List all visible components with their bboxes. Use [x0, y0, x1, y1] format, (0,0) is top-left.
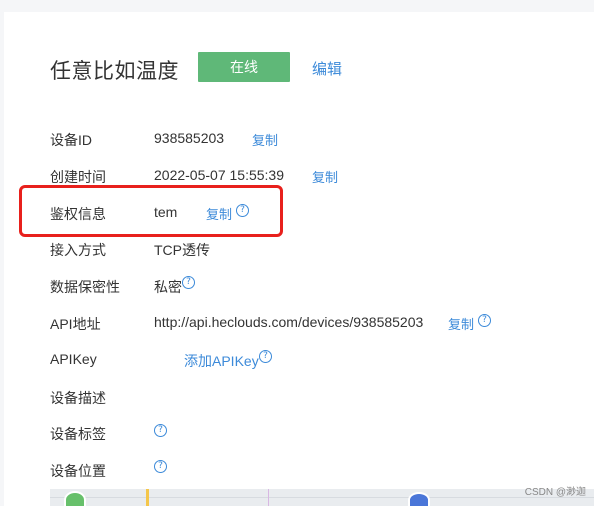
row-device-tags: 设备标签 ?: [0, 424, 590, 448]
device-id-label: 设备ID: [50, 132, 92, 148]
api-address-value: http://api.heclouds.com/devices/93858520…: [154, 314, 424, 330]
device-tags-help-icon[interactable]: ?: [154, 424, 167, 437]
row-device-id: 设备ID 938585203 复制: [0, 130, 590, 154]
created-time-label: 创建时间: [50, 169, 106, 185]
access-method-label: 接入方式: [50, 242, 106, 258]
device-desc-label: 设备描述: [50, 390, 106, 406]
watermark: CSDN @渺迦: [524, 487, 586, 498]
copy-created-time-link[interactable]: 复制: [312, 167, 338, 186]
location-map[interactable]: [50, 489, 594, 506]
device-tags-label: 设备标签: [50, 426, 106, 442]
add-api-key-link[interactable]: 添加APIKey: [184, 351, 259, 371]
row-api-key: APIKey 添加APIKey ?: [0, 350, 590, 375]
device-location-label: 设备位置: [50, 463, 106, 479]
red-highlight-box: [19, 185, 283, 237]
api-key-label: APIKey: [50, 351, 97, 367]
created-time-value: 2022-05-07 15:55:39: [154, 167, 284, 183]
api-address-label: API地址: [50, 316, 101, 332]
device-id-value: 938585203: [154, 130, 225, 146]
row-device-desc: 设备描述: [0, 388, 590, 412]
status-badge: 在线: [198, 52, 290, 82]
edit-link[interactable]: 编辑: [312, 58, 342, 79]
device-location-help-icon[interactable]: ?: [154, 460, 167, 473]
map-road: [268, 489, 269, 506]
access-method-value: TCP透传: [154, 242, 210, 258]
data-privacy-label: 数据保密性: [50, 279, 120, 295]
row-api-address: API地址 http://api.heclouds.com/devices/93…: [0, 314, 590, 338]
row-device-location: 设备位置 ?: [0, 460, 590, 485]
map-marker-icon: [408, 492, 430, 506]
copy-api-address-link[interactable]: 复制: [448, 314, 474, 333]
map-road: [50, 497, 594, 498]
api-key-help-icon[interactable]: ?: [259, 350, 272, 363]
data-privacy-value: 私密: [154, 279, 182, 295]
map-road: [146, 489, 149, 506]
data-privacy-help-icon[interactable]: ?: [182, 276, 195, 289]
device-title: 任意比如温度: [50, 60, 179, 83]
row-data-privacy: 数据保密性 私密 ?: [0, 276, 590, 301]
map-marker-icon: [64, 491, 86, 506]
copy-device-id-link[interactable]: 复制: [252, 130, 278, 149]
row-access-method: 接入方式 TCP透传: [0, 240, 590, 264]
api-address-help-icon[interactable]: ?: [478, 314, 491, 327]
